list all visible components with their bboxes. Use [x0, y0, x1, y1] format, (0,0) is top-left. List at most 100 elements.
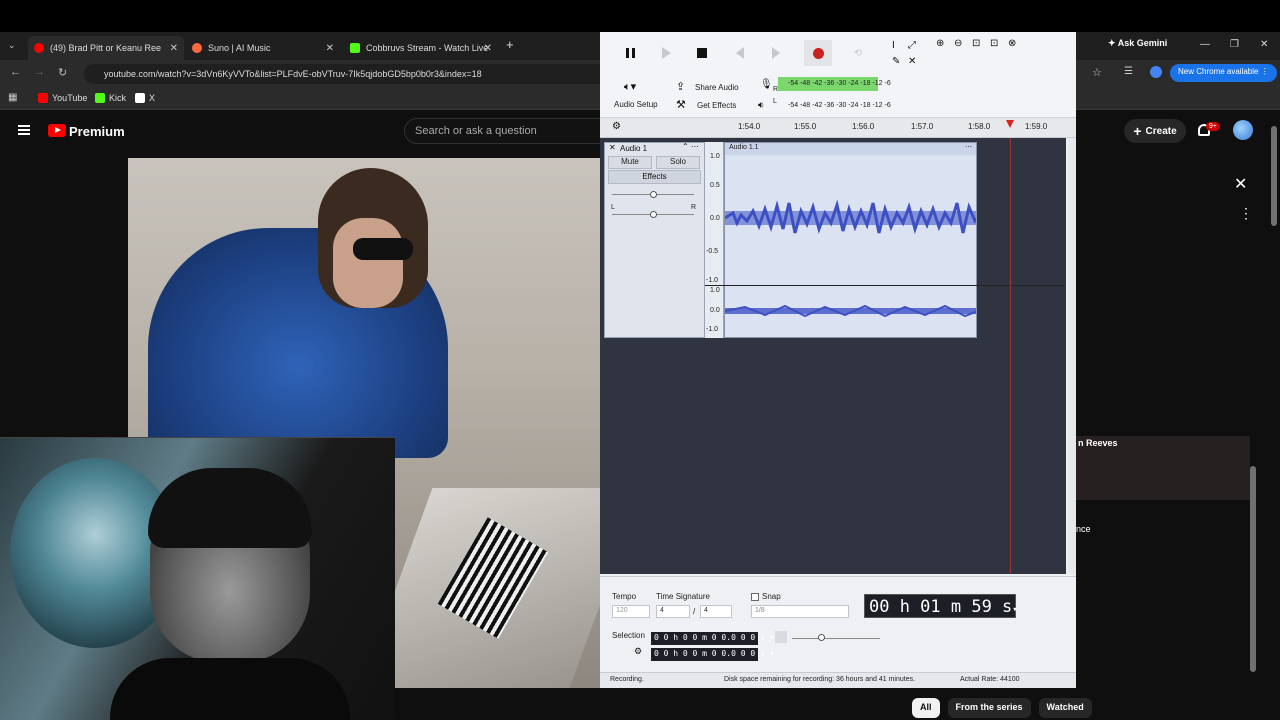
play-icon — [661, 47, 671, 59]
solo-button[interactable]: Solo — [656, 156, 700, 169]
time-signature-denominator[interactable]: 4 — [700, 605, 732, 618]
window-close-icon[interactable]: ✕ — [1260, 39, 1268, 50]
multi-tool-icon[interactable]: ✕ — [908, 56, 916, 67]
play-button[interactable] — [652, 40, 680, 66]
track-menu-icon[interactable]: ⌃ ⋯ — [682, 142, 699, 151]
menu-icon[interactable] — [18, 125, 30, 135]
select-tool-icon[interactable]: I — [892, 40, 895, 51]
fit-selection-icon[interactable]: ⊡ — [972, 38, 980, 49]
gain-slider-knob[interactable] — [650, 191, 657, 198]
zoom-out-icon[interactable]: ⊖ — [954, 38, 962, 49]
clip-menu-icon[interactable]: ⋯ — [965, 143, 972, 151]
star-icon[interactable]: ☆ — [1092, 66, 1102, 79]
bookmark-x[interactable]: X — [135, 93, 155, 103]
tab-label: Suno | AI Music — [208, 43, 271, 53]
create-button[interactable]: + Create — [1124, 119, 1186, 143]
draw-tool-icon[interactable]: ✎ — [892, 56, 900, 67]
meter-l-label: L — [773, 98, 777, 105]
pan-slider-knob[interactable] — [650, 211, 657, 218]
tab-kick[interactable]: Cobbruvs Stream - Watch Live ✕ — [344, 36, 498, 60]
tempo-input[interactable]: 120 — [612, 605, 650, 618]
mute-button[interactable]: Mute — [608, 156, 652, 169]
chip-watched[interactable]: Watched — [1038, 698, 1092, 718]
selection-end-field[interactable]: 0 0 h 0 0 m 0 0.0 0 0 s ▾ — [651, 648, 774, 661]
audio-clip[interactable]: Audio 1.1 ⋯ — [724, 142, 977, 338]
maximize-icon[interactable]: ❐ — [1230, 39, 1239, 50]
audio-setup-label[interactable]: Audio Setup — [614, 100, 658, 109]
pause-button[interactable] — [616, 40, 644, 66]
record-icon — [812, 47, 824, 59]
skip-start-button[interactable] — [726, 40, 754, 66]
reload-icon[interactable]: ↻ — [58, 66, 67, 79]
tracks-scrollbar[interactable] — [1068, 138, 1076, 574]
actual-rate-text: Actual Rate: 44100 — [960, 676, 1020, 683]
minimize-icon[interactable]: — — [1200, 39, 1210, 50]
chevron-down-icon[interactable]: ▾ — [1012, 605, 1017, 615]
extensions-icon[interactable]: ☰ — [1124, 66, 1133, 77]
pause-icon — [625, 48, 635, 58]
close-icon[interactable]: ✕ — [484, 43, 492, 54]
new-chrome-button[interactable]: New Chrome available ⋮ — [1170, 64, 1277, 82]
time-signature-numerator[interactable]: 4 — [656, 605, 690, 618]
page-scrollbar[interactable] — [1271, 126, 1277, 226]
playhead-marker[interactable] — [1006, 120, 1014, 128]
ruler-tick: 1:59.0 — [1025, 122, 1048, 131]
tab-suno[interactable]: Suno | AI Music ✕ — [186, 36, 340, 60]
track-name[interactable]: Audio 1 — [620, 144, 647, 153]
close-icon[interactable]: ✕ — [1234, 174, 1247, 194]
time-display-value: 00 h 01 m 59 s — [869, 597, 1013, 617]
share-audio-icon[interactable]: ⇪ — [676, 80, 685, 93]
loop-button[interactable]: ⟲ — [844, 40, 872, 66]
envelope-tool-icon[interactable]: ⤢ — [908, 40, 916, 51]
disk-space-text: Disk space remaining for recording: 36 h… — [724, 676, 916, 683]
more-icon[interactable]: ⋮ — [1239, 205, 1253, 222]
bookmark-kick[interactable]: Kick — [95, 93, 126, 103]
avatar[interactable] — [1233, 120, 1253, 140]
filter-chips: All From the series Watched — [912, 698, 1092, 718]
scale-label: 0.0 — [710, 307, 720, 314]
close-icon[interactable]: ✕ — [170, 43, 178, 54]
track-close-icon[interactable]: ✕ — [609, 143, 616, 152]
zoom-in-icon[interactable]: ⊕ — [936, 38, 944, 49]
video-person-face — [333, 218, 403, 308]
selection-start-field[interactable]: 0 0 h 0 0 m 0 0.0 0 0 s ▾ — [651, 632, 774, 645]
chip-all[interactable]: All — [912, 698, 940, 718]
tab-search-icon[interactable]: ⌄ — [8, 40, 16, 51]
chip-from-series[interactable]: From the series — [947, 698, 1031, 718]
status-text: Recording. — [610, 676, 644, 683]
timeline-ruler[interactable]: ⚙ — [600, 118, 1076, 138]
record-button[interactable] — [804, 40, 832, 66]
timeline-settings-icon[interactable]: ⚙ — [612, 121, 621, 132]
close-icon[interactable]: ✕ — [326, 43, 334, 54]
snap-select[interactable]: 1/8 — [751, 605, 849, 618]
get-effects-button[interactable]: Get Effects — [697, 101, 736, 110]
youtube-premium-logo[interactable]: Premium — [69, 124, 125, 139]
bookmark-youtube[interactable]: YouTube — [38, 93, 87, 103]
forward-icon[interactable]: → — [34, 66, 45, 78]
speed-slider-knob[interactable] — [818, 634, 825, 641]
search-input[interactable]: Search or ask a question — [404, 118, 600, 144]
back-icon[interactable]: ← — [10, 66, 21, 78]
pan-left-label: L — [611, 204, 615, 211]
selection-settings-icon[interactable]: ⚙ — [634, 646, 642, 657]
new-tab-icon[interactable]: + — [506, 37, 514, 52]
skip-end-button[interactable] — [762, 40, 790, 66]
clip-header[interactable]: Audio 1.1 ⋯ — [725, 143, 976, 155]
speaker-icon[interactable]: 🔈︎▾ — [624, 80, 636, 94]
tab-youtube[interactable]: (49) Brad Pitt or Keanu Ree ✕ — [28, 36, 184, 60]
zoom-toggle-icon[interactable]: ⊗ — [1008, 38, 1016, 49]
track-effects-button[interactable]: Effects — [608, 170, 701, 184]
time-display[interactable]: 00 h 01 m 59 s▾ — [864, 594, 1018, 618]
stop-button[interactable] — [688, 40, 716, 66]
effects-icon[interactable]: ⚒ — [676, 98, 686, 111]
youtube-logo-icon[interactable] — [48, 124, 66, 137]
ruler-tick: 1:55.0 — [794, 122, 817, 131]
snap-checkbox[interactable] — [751, 593, 759, 601]
apps-icon[interactable]: ▦ — [8, 92, 17, 103]
fit-project-icon[interactable]: ⊡ — [990, 38, 998, 49]
play-at-speed-icon[interactable] — [775, 631, 787, 643]
playlist-scrollbar[interactable] — [1250, 466, 1256, 672]
share-audio-button[interactable]: Share Audio — [695, 83, 739, 92]
ask-gemini-button[interactable]: ✦ Ask Gemini — [1108, 38, 1167, 49]
profile-icon[interactable] — [1150, 66, 1162, 78]
